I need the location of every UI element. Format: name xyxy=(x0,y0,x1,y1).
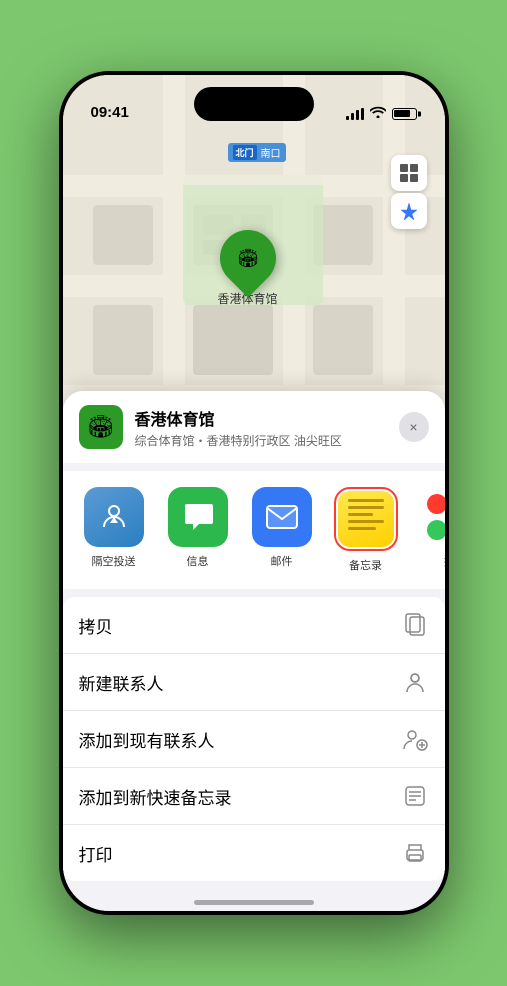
signal-bar-2 xyxy=(351,113,354,120)
notes-icon xyxy=(338,491,394,547)
notes-line-3 xyxy=(348,513,373,516)
home-indicator xyxy=(194,900,314,905)
person-icon xyxy=(401,668,429,696)
bottom-spacer xyxy=(63,881,445,911)
dynamic-island xyxy=(194,87,314,121)
battery-fill xyxy=(394,110,410,117)
phone-frame: 09:41 xyxy=(59,71,449,915)
location-button[interactable] xyxy=(391,193,427,229)
share-item-notes[interactable]: 备忘录 xyxy=(331,487,401,573)
more-label: 提 xyxy=(444,553,445,569)
notes-selected-border xyxy=(334,487,398,551)
airdrop-icon xyxy=(84,487,144,547)
wifi-icon xyxy=(370,106,386,121)
location-name: 香港体育馆 xyxy=(135,406,387,430)
location-description: 综合体育馆・香港特别行政区 油尖旺区 xyxy=(135,432,387,449)
bottom-sheet: 🏟 香港体育馆 综合体育馆・香港特别行政区 油尖旺区 × xyxy=(63,391,445,911)
phone-screen: 09:41 xyxy=(63,75,445,911)
printer-icon xyxy=(401,839,429,867)
action-add-existing[interactable]: 添加到现有联系人 xyxy=(63,711,445,768)
signal-bar-4 xyxy=(361,108,364,120)
mail-icon xyxy=(252,487,312,547)
action-add-existing-label: 添加到现有联系人 xyxy=(79,727,215,752)
map-label-text: 北门 南口 xyxy=(233,145,281,160)
battery-icon xyxy=(392,108,417,120)
action-copy[interactable]: 拷贝 xyxy=(63,597,445,654)
signal-bar-1 xyxy=(346,116,349,120)
share-row: 隔空投送 信息 xyxy=(63,471,445,589)
action-add-notes[interactable]: 添加到新快速备忘录 xyxy=(63,768,445,825)
map-type-button[interactable] xyxy=(391,155,427,191)
action-list: 拷贝 新建联系人 xyxy=(63,597,445,881)
location-icon: 🏟 xyxy=(79,405,123,449)
person-add-icon xyxy=(401,725,429,753)
status-icons xyxy=(346,106,417,123)
more-circle-1 xyxy=(427,494,445,514)
mail-label: 邮件 xyxy=(271,553,293,569)
map-north-gate-label: 北门 南口 xyxy=(228,143,286,162)
messages-icon xyxy=(168,487,228,547)
location-header: 🏟 香港体育馆 综合体育馆・香港特别行政区 油尖旺区 × xyxy=(63,391,445,463)
share-item-airdrop[interactable]: 隔空投送 xyxy=(79,487,149,569)
notes-line-2 xyxy=(348,506,384,509)
signal-bar-3 xyxy=(356,110,359,120)
notes-line-4 xyxy=(348,520,384,523)
more-icon-container xyxy=(420,487,445,547)
status-time: 09:41 xyxy=(91,104,129,123)
share-item-messages[interactable]: 信息 xyxy=(163,487,233,569)
action-print[interactable]: 打印 xyxy=(63,825,445,881)
notes-line-5 xyxy=(348,527,377,530)
close-button[interactable]: × xyxy=(399,412,429,442)
location-pin: 🏟 香港体育馆 xyxy=(218,230,278,307)
action-add-notes-label: 添加到新快速备忘录 xyxy=(79,784,232,809)
more-circles xyxy=(423,490,445,544)
action-new-contact-label: 新建联系人 xyxy=(79,670,164,695)
location-info: 香港体育馆 综合体育馆・香港特别行政区 油尖旺区 xyxy=(135,406,387,449)
note-icon xyxy=(401,782,429,810)
map-controls xyxy=(391,155,427,229)
share-item-more[interactable]: 提 xyxy=(415,487,445,569)
action-copy-label: 拷贝 xyxy=(79,613,113,638)
messages-label: 信息 xyxy=(187,553,209,569)
pin-circle: 🏟 xyxy=(208,218,287,297)
more-circle-3 xyxy=(427,520,445,540)
notes-line-1 xyxy=(348,499,384,502)
signal-bars xyxy=(346,108,364,120)
airdrop-label: 隔空投送 xyxy=(92,553,136,569)
action-print-label: 打印 xyxy=(79,841,113,866)
action-new-contact[interactable]: 新建联系人 xyxy=(63,654,445,711)
share-item-mail[interactable]: 邮件 xyxy=(247,487,317,569)
pin-inner: 🏟 xyxy=(226,236,270,280)
copy-icon xyxy=(401,611,429,639)
notes-label: 备忘录 xyxy=(349,557,382,573)
